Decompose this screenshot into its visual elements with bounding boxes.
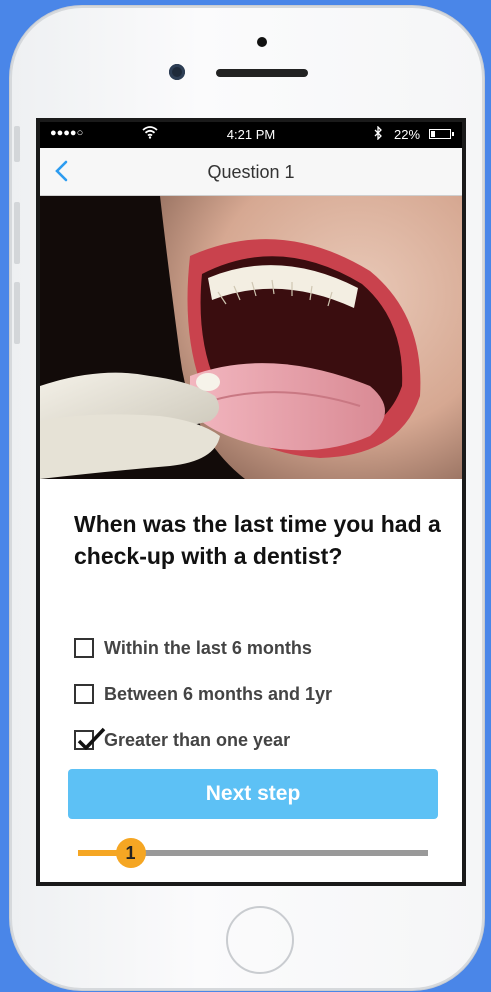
page-title: Question 1	[207, 162, 295, 182]
phone-side-button-volume-down	[14, 282, 20, 344]
phone-side-button-silent	[14, 126, 20, 162]
checkmark-icon	[77, 727, 106, 750]
progress-step-knob[interactable]: 1	[115, 838, 146, 868]
question-text: When was the last time you had a check-u…	[74, 511, 441, 569]
status-bar: ●●●●○ 4:21 PM 22%	[40, 122, 462, 148]
bluetooth-icon	[374, 125, 383, 143]
next-step-button[interactable]: Next step	[68, 769, 438, 819]
option-6-months-to-1yr[interactable]: Between 6 months and 1yr	[74, 681, 332, 707]
earpiece-speaker	[216, 69, 308, 77]
battery-percent: 22%	[394, 127, 421, 142]
progress-slider[interactable]: 1	[78, 838, 428, 868]
phone-side-button-volume-up	[14, 202, 20, 264]
checkbox-checked[interactable]	[74, 727, 106, 750]
option-label: Greater than one year	[104, 729, 291, 750]
option-greater-than-one-year[interactable]: Greater than one year	[74, 727, 290, 753]
battery-icon	[429, 129, 454, 139]
proximity-sensor	[257, 37, 267, 47]
phone-screen: ●●●●○ 4:21 PM 22% Question 1 When was th…	[36, 118, 466, 886]
checkbox[interactable]	[74, 684, 94, 704]
home-button[interactable]	[226, 906, 294, 974]
hero-image-dental-exam	[40, 196, 462, 479]
option-label: Within the last 6 months	[104, 637, 312, 658]
front-camera-icon	[169, 64, 185, 80]
battery-level-fill	[431, 131, 435, 137]
option-label: Between 6 months and 1yr	[104, 683, 333, 704]
checkbox[interactable]	[74, 638, 94, 658]
nav-bar: Question 1	[40, 148, 462, 196]
option-within-6-months[interactable]: Within the last 6 months	[74, 635, 312, 661]
